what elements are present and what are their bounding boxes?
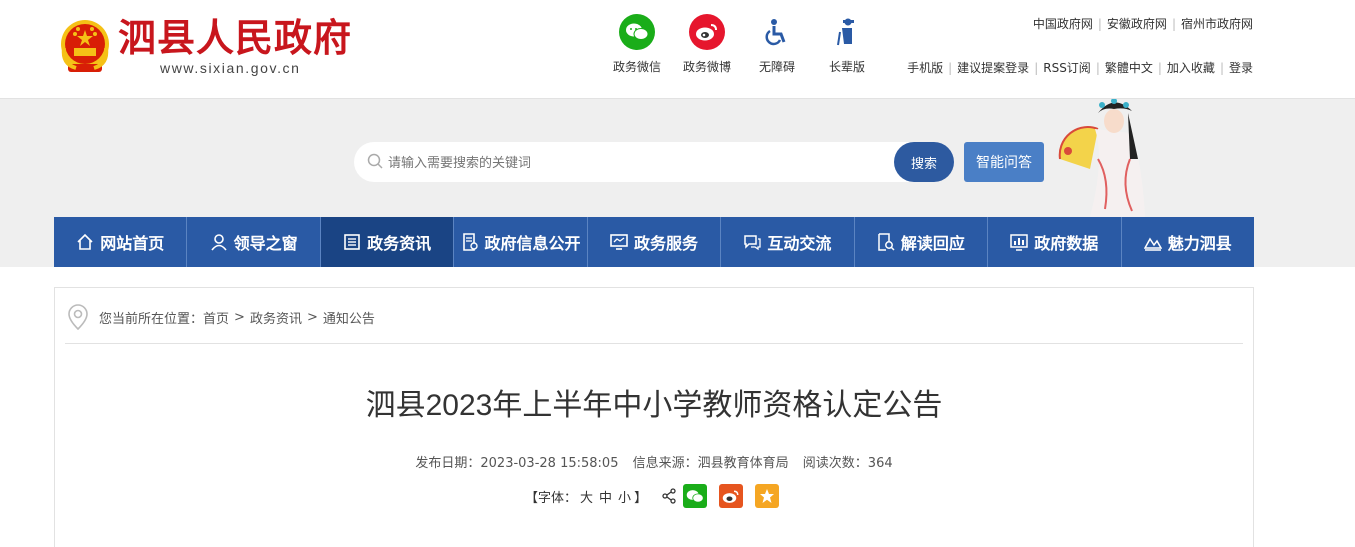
add-favorite-link[interactable]: 加入收藏 (1167, 61, 1215, 75)
rss-link[interactable]: RSS订阅 (1043, 61, 1091, 75)
publish-value: 2023-03-28 15:58:05 (480, 456, 619, 471)
nav-label: 解读回应 (900, 234, 965, 253)
mobile-version-link[interactable]: 手机版 (907, 61, 943, 75)
nav-interaction[interactable]: 互动交流 (721, 217, 855, 267)
wechat-icon (686, 489, 704, 502)
anhui-gov-link[interactable]: 安徽政府网 (1107, 17, 1167, 31)
suzhou-gov-link[interactable]: 宿州市政府网 (1181, 17, 1253, 31)
nav-leaders[interactable]: 领导之窗 (187, 217, 321, 267)
search-doc-icon (878, 233, 895, 251)
elder-mode-link[interactable]: 长辈版 (815, 14, 879, 75)
login-link[interactable]: 登录 (1229, 61, 1253, 75)
nav-label: 互动交流 (767, 234, 832, 253)
publish-label: 发布日期： (415, 456, 481, 471)
gov-weibo-link[interactable]: 政务微博 (675, 14, 739, 75)
tool-links: 手机版 | 建议提案登录 | RSS订阅 | 繁體中文 | 加入收藏 | 登录 (907, 61, 1253, 75)
breadcrumb-news[interactable]: 政务资讯 (250, 308, 302, 327)
proposal-login-link[interactable]: 建议提案登录 (957, 61, 1029, 75)
article-tools: 【字体： 大 中 小 】 (525, 483, 780, 509)
accessibility-icon (759, 14, 795, 50)
news-icon (344, 234, 360, 250)
source-value: 泗县教育体育局 (697, 456, 789, 471)
share-weibo-button[interactable] (719, 484, 744, 508)
smart-qa-button[interactable]: 智能问答 (964, 142, 1044, 182)
breadcrumb-separator: > (306, 309, 318, 325)
opera-figure-decoration (1058, 99, 1145, 217)
search-input[interactable] (388, 142, 888, 182)
divider (65, 343, 1243, 344)
search-icon (367, 153, 383, 169)
source: 信息来源：泗县教育体育局 (633, 456, 789, 471)
external-links: 中国政府网 | 安徽政府网 | 宿州市政府网 (1032, 17, 1253, 31)
article-meta: 发布日期：2023-03-28 15:58:05 信息来源：泗县教育体育局 阅读… (55, 452, 1253, 471)
source-label: 信息来源： (632, 456, 698, 471)
nav-label: 政务资讯 (367, 234, 432, 253)
document-icon (462, 233, 478, 251)
chart-icon (1010, 234, 1029, 251)
article-panel: 您当前所在位置： 首页 > 政务资讯 > 通知公告 泗县2023年上半年中小学教… (54, 287, 1254, 547)
views-value: 364 (867, 456, 893, 471)
share-icon (662, 488, 676, 504)
wechat-icon (619, 14, 655, 50)
breadcrumb: 您当前所在位置： 首页 > 政务资讯 > 通知公告 (67, 304, 375, 330)
nav-home[interactable]: 网站首页 (54, 217, 188, 267)
nav-label: 政务服务 (633, 234, 698, 253)
site-header: 泗县人民政府 www.sixian.gov.cn 政务微信 政务微博 无障碍 长… (0, 0, 1355, 98)
nav-label: 政府数据 (1034, 234, 1099, 253)
nav-label: 魅力泗县 (1167, 234, 1232, 253)
nav-services[interactable]: 政务服务 (588, 217, 722, 267)
breadcrumb-notices[interactable]: 通知公告 (323, 308, 375, 327)
breadcrumb-prefix: 您当前所在位置： (99, 311, 204, 327)
search-box (354, 142, 954, 182)
font-size-medium[interactable]: 中 (599, 487, 612, 506)
views-label: 阅读次数： (802, 456, 868, 471)
view-count: 阅读次数：364 (803, 456, 893, 471)
weibo-icon (689, 14, 725, 50)
chat-icon (744, 235, 762, 251)
accessibility-link[interactable]: 无障碍 (745, 14, 809, 75)
star-icon (760, 489, 775, 503)
nav-gov-data[interactable]: 政府数据 (988, 217, 1122, 267)
nav-charm[interactable]: 魅力泗县 (1122, 217, 1254, 267)
landscape-icon (1143, 237, 1162, 251)
nav-news[interactable]: 政务资讯 (320, 217, 455, 267)
font-size-open: 【字体： (525, 490, 578, 506)
nav-gov-info[interactable]: 政府信息公开 (454, 217, 588, 267)
person-icon (211, 234, 227, 251)
publish-date: 发布日期：2023-03-28 15:58:05 (415, 456, 618, 471)
breadcrumb-home[interactable]: 首页 (203, 308, 229, 327)
quick-link-label: 政务微信 (612, 60, 661, 74)
nav-interpretation[interactable]: 解读回应 (855, 217, 989, 267)
quick-link-label: 政务微博 (682, 60, 731, 74)
national-emblem-icon (61, 20, 109, 72)
breadcrumb-separator: > (234, 309, 245, 325)
font-size-large[interactable]: 大 (580, 487, 593, 506)
monitor-icon (610, 234, 628, 250)
home-icon (77, 233, 93, 250)
traditional-chinese-link[interactable]: 繁體中文 (1105, 61, 1153, 75)
main-nav: 网站首页 领导之窗 政务资讯 政府信息公开 政务服务 互动交流 解读回应 政府数… (54, 217, 1254, 267)
location-pin-icon (68, 304, 88, 330)
nav-label: 网站首页 (100, 234, 165, 253)
font-size-small[interactable]: 小 (618, 487, 631, 506)
quick-link-label: 长辈版 (828, 60, 865, 74)
article-title: 泗县2023年上半年中小学教师资格认定公告 (365, 389, 943, 422)
font-size-close: 】 (634, 490, 648, 506)
quick-link-label: 无障碍 (758, 60, 795, 74)
gov-wechat-link[interactable]: 政务微信 (605, 14, 669, 75)
elder-icon (829, 14, 865, 50)
site-url: www.sixian.gov.cn (160, 60, 301, 76)
site-title[interactable]: 泗县人民政府 (118, 16, 352, 60)
share-favorite-button[interactable] (755, 484, 780, 508)
search-button[interactable]: 搜索 (894, 142, 954, 182)
nav-label: 政府信息公开 (484, 234, 581, 253)
weibo-icon (722, 490, 739, 503)
share-wechat-button[interactable] (683, 484, 708, 508)
gov-cn-link[interactable]: 中国政府网 (1033, 17, 1093, 31)
nav-label: 领导之窗 (233, 234, 298, 253)
